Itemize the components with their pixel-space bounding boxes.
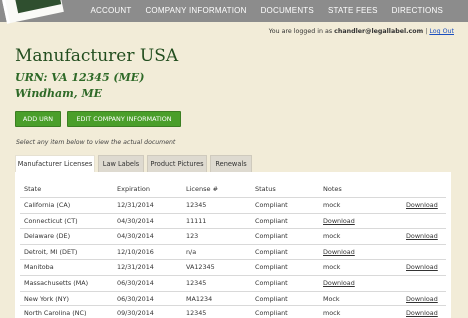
add-urn-button[interactable]: ADD URN xyxy=(15,111,61,127)
download-link[interactable]: Download xyxy=(406,309,438,317)
cell-state: North Carolina (NC) xyxy=(24,309,87,317)
tab-product-pictures[interactable]: Product Pictures xyxy=(147,155,207,172)
login-user: chandler@legallabel.com xyxy=(334,28,424,35)
cell-status: Compliant xyxy=(255,294,288,303)
download-link[interactable]: Download xyxy=(406,201,438,209)
page-title: Manufacturer USA xyxy=(15,46,179,66)
cell-status: Compliant xyxy=(255,216,288,225)
company-urn: URN: VA 12345 (ME) xyxy=(15,71,145,84)
table-row[interactable]: Massachusetts (MA) 06/30/2014 12345 Comp… xyxy=(20,275,446,291)
tab-manufacturer-licenses[interactable]: Manufacturer Licenses xyxy=(15,155,95,172)
cell-state: New York (NY) xyxy=(24,294,69,303)
cell-expiration: 06/30/2014 xyxy=(117,294,154,303)
cell-expiration: 04/30/2014 xyxy=(117,232,154,241)
cell-expiration: 12/10/2016 xyxy=(117,247,154,256)
cell-expiration: 06/30/2014 xyxy=(117,279,154,287)
main-nav: ACCOUNT COMPANY INFORMATION DOCUMENTS ST… xyxy=(83,0,450,22)
download-link[interactable]: Download xyxy=(406,232,438,240)
cell-status: Compliant xyxy=(255,232,288,241)
table-row[interactable]: New York (NY) 06/30/2014 MA1234 Complian… xyxy=(20,290,446,307)
cell-state: Manitoba xyxy=(24,263,54,272)
table-row[interactable]: North Carolina (NC) 09/30/2014 12345 Com… xyxy=(20,305,446,318)
cell-status: Compliant xyxy=(255,247,288,256)
cell-license: 12345 xyxy=(186,279,207,287)
notes-download-link[interactable]: Download xyxy=(323,217,355,225)
cell-license: n/a xyxy=(186,247,197,256)
cell-notes: mock xyxy=(323,201,341,209)
cell-state: Detroit, MI (DET) xyxy=(24,247,78,256)
cell-status: Compliant xyxy=(255,263,288,272)
nav-state-fees[interactable]: STATE FEES xyxy=(321,0,385,22)
cell-notes: mock xyxy=(323,263,341,272)
tab-law-labels[interactable]: Law Labels xyxy=(98,155,144,172)
cell-expiration: 09/30/2014 xyxy=(117,309,154,317)
header-notes: Notes xyxy=(323,185,342,193)
cell-state: California (CA) xyxy=(24,201,71,209)
login-separator: | xyxy=(425,28,428,35)
notes-download-link[interactable]: Download xyxy=(323,248,355,256)
cell-status: Compliant xyxy=(255,309,288,317)
hint-text: Select any item below to view the actual… xyxy=(16,139,176,146)
cell-state: Massachusetts (MA) xyxy=(24,279,89,287)
table-row[interactable]: California (CA) 12/31/2014 12345 Complia… xyxy=(20,197,446,213)
header-state: State xyxy=(24,185,42,193)
table-row[interactable]: Delaware (DE) 04/30/2014 123 Compliant m… xyxy=(20,228,446,244)
nav-documents[interactable]: DOCUMENTS xyxy=(254,0,321,22)
table-row[interactable]: Manitoba 12/31/2014 VA12345 Compliant mo… xyxy=(20,259,446,275)
edit-company-button[interactable]: EDIT COMPANY INFORMATION xyxy=(67,111,181,127)
nav-account[interactable]: ACCOUNT xyxy=(83,0,138,22)
cell-expiration: 12/31/2014 xyxy=(117,201,154,209)
header-expiration: Expiration xyxy=(117,185,150,193)
logout-link[interactable]: Log Out xyxy=(429,28,454,35)
company-location: Windham, ME xyxy=(15,87,103,100)
cell-status: Compliant xyxy=(255,279,288,287)
cell-state: Delaware (DE) xyxy=(24,232,71,241)
header-license: License # xyxy=(186,185,219,193)
cell-license: MA1234 xyxy=(186,294,213,303)
header-status: Status xyxy=(255,185,276,193)
login-status: You are logged in as chandler@legallabel… xyxy=(269,28,454,35)
notes-download-link[interactable]: Download xyxy=(323,279,355,287)
cell-expiration: 12/31/2014 xyxy=(117,263,154,272)
table-row[interactable]: Detroit, MI (DET) 12/10/2016 n/a Complia… xyxy=(20,243,446,260)
download-link[interactable]: Download xyxy=(406,295,438,303)
cell-license: VA12345 xyxy=(186,263,215,272)
cell-license: 12345 xyxy=(186,309,207,317)
cell-status: Compliant xyxy=(255,201,288,209)
cell-notes: mock xyxy=(323,232,341,241)
login-prefix: You are logged in as xyxy=(268,28,333,35)
tab-renewals[interactable]: Renewals xyxy=(210,155,252,172)
cell-license: 12345 xyxy=(186,201,207,209)
cell-expiration: 04/30/2014 xyxy=(117,216,154,225)
nav-company-information[interactable]: COMPANY INFORMATION xyxy=(138,0,253,22)
cell-license: 123 xyxy=(186,232,199,241)
table-row[interactable]: Connecticut (CT) 04/30/2014 11111 Compli… xyxy=(20,212,446,229)
cell-state: Connecticut (CT) xyxy=(24,216,78,225)
cell-notes: Mock xyxy=(323,294,340,303)
download-link[interactable]: Download xyxy=(406,263,438,271)
nav-directions[interactable]: DIRECTIONS xyxy=(385,0,450,22)
cell-license: 11111 xyxy=(186,216,207,225)
cell-notes: mock xyxy=(323,309,341,317)
